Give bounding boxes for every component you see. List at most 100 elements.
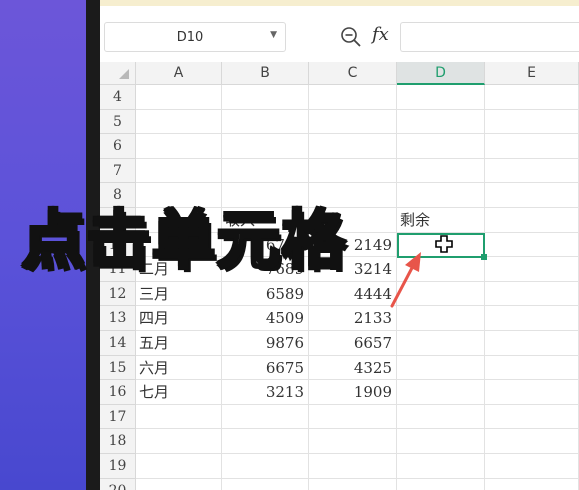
cell[interactable] [136, 134, 222, 159]
cell[interactable] [485, 478, 579, 490]
cell[interactable] [397, 306, 485, 331]
cell[interactable] [136, 404, 222, 430]
name-box-value: D10 [176, 30, 204, 45]
row-header[interactable]: 6 [100, 134, 136, 159]
cell[interactable] [136, 454, 222, 479]
cell[interactable] [397, 478, 485, 490]
cell[interactable]: 七月 [136, 380, 222, 405]
cell[interactable] [485, 232, 579, 258]
cell[interactable]: 4509 [222, 306, 309, 331]
column-header-a[interactable]: A [136, 62, 222, 85]
cell[interactable] [309, 158, 397, 184]
name-box[interactable]: D10 ▼ [104, 22, 286, 52]
cell[interactable] [397, 85, 485, 110]
cell[interactable]: 4444 [309, 281, 397, 307]
cell[interactable] [309, 404, 397, 430]
cell[interactable] [485, 355, 579, 381]
select-all-corner[interactable] [100, 62, 136, 85]
cell[interactable] [397, 257, 485, 282]
cell[interactable] [309, 478, 397, 490]
cell[interactable]: 2133 [309, 306, 397, 331]
row-header[interactable]: 5 [100, 109, 136, 135]
cell[interactable] [485, 158, 579, 184]
cell[interactable] [222, 134, 309, 159]
cell[interactable] [309, 134, 397, 159]
cell[interactable]: 六月 [136, 355, 222, 381]
cell[interactable]: 6589 [222, 281, 309, 307]
cell[interactable] [485, 404, 579, 430]
cell[interactable] [397, 429, 485, 454]
cell[interactable] [485, 257, 579, 282]
row-header[interactable]: 12 [100, 281, 136, 307]
row-header[interactable]: 13 [100, 306, 136, 331]
cell[interactable] [309, 429, 397, 454]
row-header[interactable]: 4 [100, 85, 136, 110]
cell[interactable] [397, 454, 485, 479]
cell[interactable] [397, 281, 485, 307]
cell[interactable]: 五月 [136, 331, 222, 356]
cell[interactable] [136, 429, 222, 454]
cell[interactable] [397, 380, 485, 405]
cell[interactable]: 剩余 [397, 208, 485, 233]
cell[interactable] [485, 331, 579, 356]
row-header[interactable]: 17 [100, 404, 136, 430]
column-header-d[interactable]: D [397, 62, 485, 85]
cell-cursor-icon [435, 234, 453, 253]
row-header[interactable]: 15 [100, 355, 136, 381]
cell[interactable]: 四月 [136, 306, 222, 331]
cell[interactable]: 1909 [309, 380, 397, 405]
zoom-icon[interactable] [340, 26, 362, 48]
cell[interactable] [397, 134, 485, 159]
cell[interactable]: 三月 [136, 281, 222, 307]
column-header-c[interactable]: C [309, 62, 397, 85]
cell[interactable] [397, 109, 485, 135]
row-header[interactable]: 16 [100, 380, 136, 405]
cell[interactable] [485, 109, 579, 135]
cell[interactable] [222, 158, 309, 184]
formula-input[interactable] [400, 22, 579, 52]
cell[interactable] [397, 355, 485, 381]
cell[interactable] [309, 454, 397, 479]
cell[interactable] [397, 158, 485, 184]
cell[interactable] [485, 380, 579, 405]
column-header-b[interactable]: B [222, 62, 309, 85]
overlay-caption: 点击单元格 [21, 203, 347, 279]
cell[interactable] [485, 85, 579, 110]
cell[interactable] [222, 454, 309, 479]
fx-icon[interactable]: fx [372, 24, 389, 45]
cell[interactable] [397, 331, 485, 356]
cell[interactable] [485, 429, 579, 454]
cell[interactable] [397, 183, 485, 208]
cell[interactable] [136, 85, 222, 110]
cell[interactable]: 3213 [222, 380, 309, 405]
cell[interactable]: 6657 [309, 331, 397, 356]
cell[interactable] [136, 158, 222, 184]
cell[interactable] [485, 208, 579, 233]
cell[interactable] [222, 85, 309, 110]
cell[interactable] [485, 306, 579, 331]
cell[interactable] [309, 109, 397, 135]
cell[interactable] [136, 109, 222, 135]
row-header[interactable]: 20 [100, 478, 136, 490]
cell[interactable] [222, 109, 309, 135]
cell[interactable] [397, 404, 485, 430]
cell[interactable] [222, 429, 309, 454]
cell[interactable] [485, 183, 579, 208]
row-header[interactable]: 14 [100, 331, 136, 356]
row-header[interactable]: 18 [100, 429, 136, 454]
chevron-down-icon[interactable]: ▼ [270, 30, 277, 40]
row-header[interactable]: 7 [100, 158, 136, 184]
cell[interactable]: 4325 [309, 355, 397, 381]
cell[interactable] [136, 478, 222, 490]
cell[interactable] [485, 134, 579, 159]
fill-handle[interactable] [481, 253, 487, 260]
cell[interactable] [309, 85, 397, 110]
cell[interactable]: 6675 [222, 355, 309, 381]
cell[interactable] [222, 404, 309, 430]
cell[interactable] [222, 478, 309, 490]
cell[interactable] [485, 281, 579, 307]
cell[interactable]: 9876 [222, 331, 309, 356]
column-header-e[interactable]: E [485, 62, 579, 85]
cell[interactable] [485, 454, 579, 479]
row-header[interactable]: 19 [100, 454, 136, 479]
